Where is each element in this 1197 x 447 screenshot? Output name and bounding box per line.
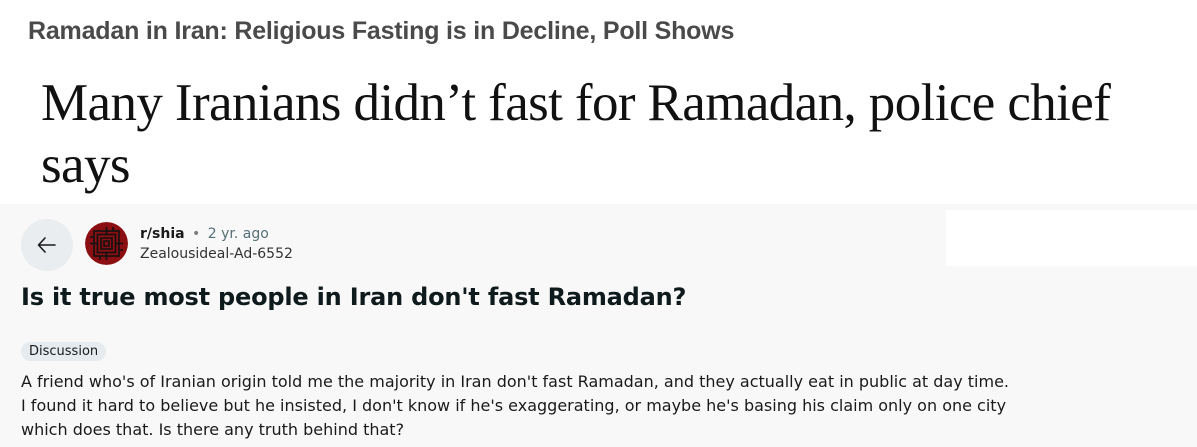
- subreddit-avatar[interactable]: [85, 222, 128, 265]
- article-headline: Many Iranians didn’t fast for Ramadan, p…: [41, 74, 1111, 194]
- author-username[interactable]: Zealousideal-Ad-6552: [140, 246, 293, 262]
- post-body-line: which does that. Is there any truth behi…: [21, 420, 405, 439]
- meta-separator: •: [192, 226, 201, 242]
- article-subheadline: Ramadan in Iran: Religious Fasting is in…: [28, 17, 735, 45]
- post-body-line: A friend who's of Iranian origin told me…: [21, 372, 1009, 391]
- post-timestamp: 2 yr. ago: [207, 226, 269, 242]
- subreddit-link[interactable]: r/shia: [140, 226, 185, 242]
- post-flair[interactable]: Discussion: [21, 342, 107, 361]
- back-button[interactable]: [21, 219, 73, 271]
- post-body-line: I found it hard to believe but he insist…: [21, 396, 1007, 415]
- post-meta: r/shia • 2 yr. ago: [140, 226, 269, 242]
- arrow-left-icon: [37, 237, 56, 253]
- right-panel-blank: [946, 210, 1197, 266]
- post-title: Is it true most people in Iran don't fas…: [21, 283, 687, 311]
- subreddit-avatar-image: [85, 222, 128, 265]
- post-body: A friend who's of Iranian origin told me…: [21, 370, 1041, 442]
